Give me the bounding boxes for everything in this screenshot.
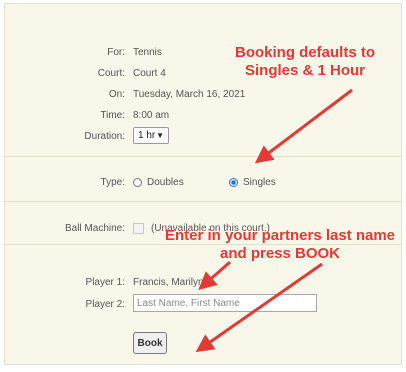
doubles-radio[interactable]: [133, 178, 142, 187]
for-label: For:: [107, 47, 125, 58]
divider: [5, 201, 401, 202]
partner-annotation: Enter in your partners last name and pre…: [160, 227, 400, 263]
singles-radio-label: Singles: [243, 177, 276, 188]
partner-annotation-line1: Enter in your partners last name: [164, 227, 396, 244]
time-label: Time:: [100, 110, 125, 121]
time-value: 8:00 am: [133, 110, 170, 121]
singles-radio[interactable]: [229, 178, 238, 187]
book-button[interactable]: Book: [133, 332, 167, 354]
date-label: On:: [108, 89, 125, 100]
divider: [5, 156, 401, 157]
court-value: Court 4: [133, 68, 166, 79]
duration-select[interactable]: 1 hr ▼: [133, 127, 169, 144]
date-value: Tuesday, March 16, 2021: [133, 89, 246, 100]
court-label: Court:: [97, 68, 125, 79]
player2-input[interactable]: [133, 294, 317, 312]
player2-label: Player 2:: [85, 299, 125, 310]
for-value: Tennis: [133, 47, 162, 58]
player1-value: Francis, Marilyn: [133, 277, 204, 288]
defaults-annotation: Booking defaults to Singles & 1 Hour: [228, 44, 382, 80]
ball-machine-label: Ball Machine:: [64, 223, 125, 234]
duration-label: Duration:: [84, 131, 125, 142]
defaults-annotation-line1: Booking defaults to: [235, 44, 375, 61]
defaults-annotation-line2: Singles & 1 Hour: [244, 62, 366, 79]
duration-select-value: 1 hr: [138, 130, 156, 141]
player1-label: Player 1:: [85, 277, 125, 288]
partner-annotation-line2: and press BOOK: [219, 245, 341, 262]
type-label: Type:: [100, 177, 125, 188]
ball-machine-checkbox[interactable]: [133, 223, 144, 234]
chevron-down-icon: ▼: [156, 131, 164, 140]
doubles-radio-label: Doubles: [147, 177, 184, 188]
